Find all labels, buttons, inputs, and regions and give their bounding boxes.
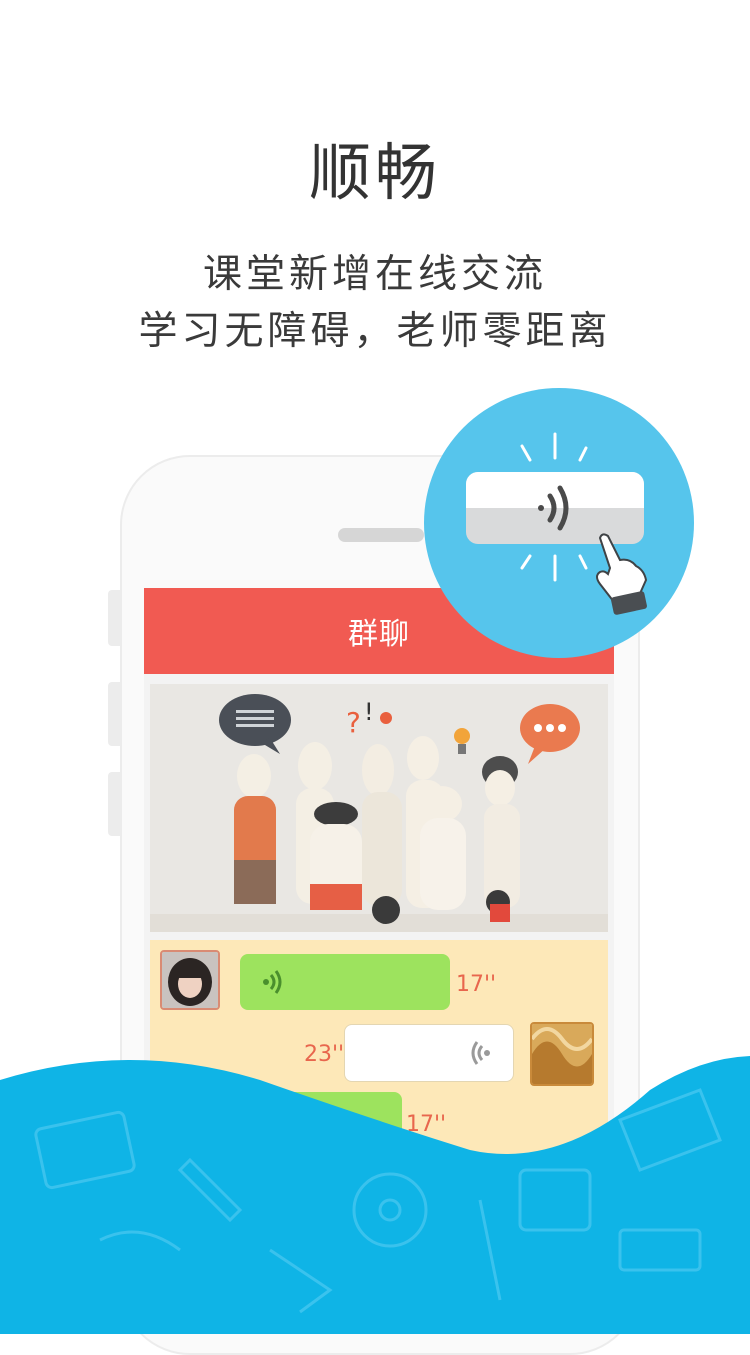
phone-side-button	[108, 590, 120, 646]
group-banner-image: ? !	[150, 684, 608, 932]
voice-icon	[263, 970, 282, 994]
press-to-talk-icon	[466, 432, 648, 615]
user-avatar-image	[162, 952, 218, 1008]
decorative-wave-background	[0, 1056, 750, 1334]
phone-volume-down-button	[108, 772, 120, 836]
dolls-illustration: ? !	[150, 684, 608, 932]
subtitle-line-2: 学习无障碍，老师零距离	[138, 309, 612, 354]
phone-volume-up-button	[108, 682, 120, 746]
avatar[interactable]	[160, 950, 220, 1010]
chat-header-title: 群聊	[348, 617, 410, 652]
headline: 顺畅	[308, 136, 441, 209]
phone-speaker	[338, 528, 424, 542]
svg-text:?: ?	[346, 706, 361, 739]
tap-hand-icon	[596, 533, 648, 615]
voice-message-bubble[interactable]	[240, 954, 450, 1010]
tap-to-talk-illustration	[424, 388, 694, 658]
subtitle-line-1: 课堂新增在线交流	[202, 252, 547, 297]
voice-duration: 17''	[456, 972, 497, 997]
svg-text:!: !	[364, 698, 374, 726]
